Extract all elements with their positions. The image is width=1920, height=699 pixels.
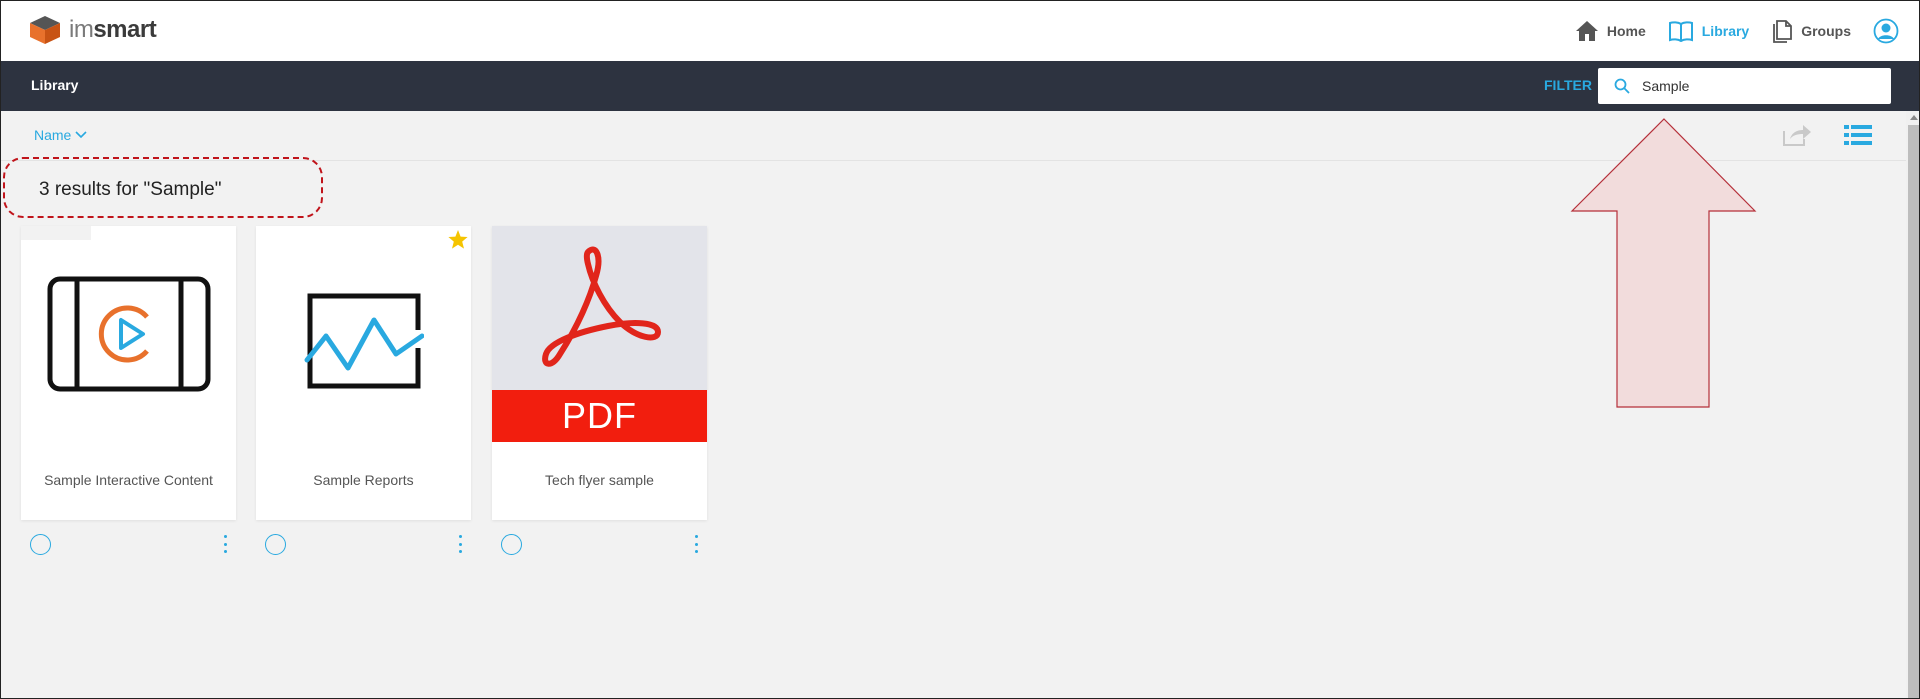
vertical-scrollbar[interactable]	[1906, 111, 1919, 698]
item-menu-button[interactable]	[222, 535, 228, 553]
select-checkbox[interactable]	[30, 534, 51, 555]
item-menu-button[interactable]	[693, 535, 699, 553]
user-avatar-button[interactable]	[1873, 18, 1899, 44]
item-menu-button[interactable]	[457, 535, 463, 553]
search-value: Sample	[1642, 78, 1690, 94]
main-nav: Home Library Groups	[1575, 1, 1899, 61]
item-thumbnail	[21, 226, 236, 441]
library-bar: Library FILTER Sample	[1, 61, 1919, 111]
nav-home-label: Home	[1606, 23, 1646, 39]
nav-library[interactable]: Library	[1668, 20, 1749, 42]
home-icon	[1575, 21, 1598, 41]
select-checkbox[interactable]	[501, 534, 522, 555]
logo-wordmark: imsmart	[69, 16, 157, 44]
item-thumbnail	[256, 226, 471, 441]
filter-label: FILTER	[1544, 77, 1592, 93]
report-chart-icon	[304, 293, 424, 388]
chevron-down-icon	[75, 131, 87, 139]
item-footer	[492, 532, 707, 558]
documents-icon	[1773, 20, 1793, 43]
sort-dropdown[interactable]: Name	[34, 127, 87, 143]
share-icon	[1783, 125, 1811, 146]
logo-text-bold: smart	[93, 16, 157, 43]
interactive-content-icon	[47, 276, 210, 391]
search-input[interactable]: Sample	[1598, 68, 1891, 104]
user-icon	[1873, 18, 1899, 44]
nav-library-label: Library	[1701, 23, 1750, 39]
up-arrow-annotation	[1570, 118, 1757, 408]
nav-groups[interactable]: Groups	[1771, 19, 1851, 43]
item-footer	[256, 532, 471, 558]
book-icon	[1668, 21, 1693, 42]
pdf-badge: PDF	[492, 390, 707, 442]
item-title: Sample Reports	[313, 472, 414, 488]
nav-home[interactable]: Home	[1575, 20, 1646, 42]
nav-groups-label: Groups	[1801, 23, 1851, 39]
select-checkbox[interactable]	[265, 534, 286, 555]
library-item-card[interactable]: PDF Tech flyer sample	[492, 226, 707, 520]
scroll-thumb[interactable]	[1908, 125, 1919, 698]
acrobat-logo-icon	[542, 246, 661, 367]
scroll-up-arrow[interactable]	[1910, 115, 1918, 120]
logo-cube-icon	[30, 16, 60, 44]
item-title: Tech flyer sample	[545, 472, 654, 488]
folder-tab-notch	[21, 226, 91, 240]
item-title: Sample Interactive Content	[44, 472, 213, 488]
search-icon	[1614, 78, 1630, 94]
imsmart-logo[interactable]: imsmart	[29, 15, 157, 45]
logo-text-light: im	[69, 16, 94, 43]
page-title: Library	[31, 77, 79, 93]
library-item-card[interactable]: Sample Interactive Content	[21, 226, 236, 520]
results-summary: 3 results for "Sample"	[39, 179, 222, 200]
top-header: imsmart Home Library Groups	[1, 1, 1919, 61]
item-footer	[21, 532, 236, 558]
sort-label: Name	[34, 127, 72, 143]
library-item-card[interactable]: Sample Reports	[256, 226, 471, 520]
list-view-icon	[1844, 125, 1872, 145]
app-window: imsmart Home Library Groups Library FILT…	[0, 0, 1920, 699]
list-view-button[interactable]	[1844, 125, 1872, 150]
share-button[interactable]	[1782, 123, 1812, 152]
